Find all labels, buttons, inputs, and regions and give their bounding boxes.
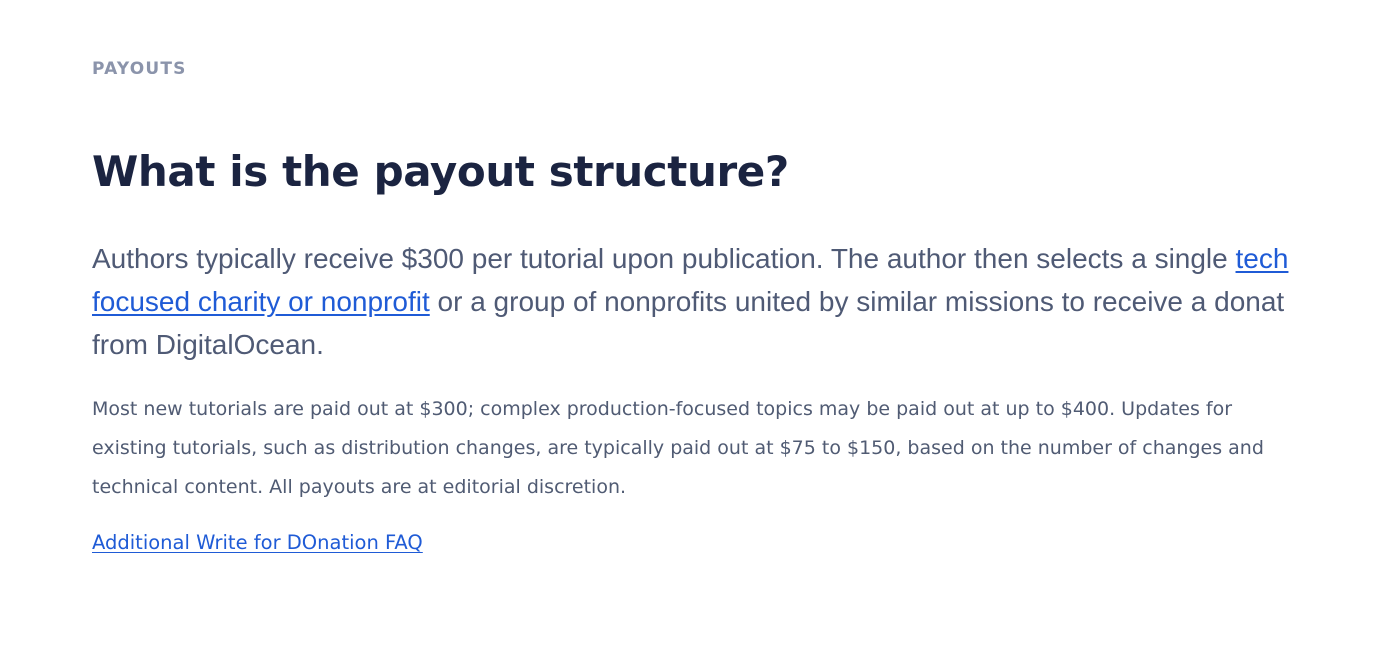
detail-line-2: existing tutorials, such as distribution… [92, 437, 1264, 459]
summary-text-1: Authors typically receive $300 per tutor… [92, 243, 1236, 274]
detail-line-1: Most new tutorials are paid out at $300;… [92, 398, 1233, 420]
summary-text-2: or a group of nonprofits united by simil… [429, 286, 1285, 317]
page-title: What is the payout structure? [92, 147, 789, 196]
section-eyebrow: PAYOUTS [92, 59, 187, 79]
detail-line-3: technical content. All payouts are at ed… [92, 476, 627, 498]
additional-faq-link[interactable]: Additional Write for DOnation FAQ [92, 531, 423, 554]
summary-line-2: focused charity or nonprofit or a group … [92, 280, 1400, 323]
charity-link-part-2[interactable]: focused charity or nonprofit [92, 286, 430, 317]
faq-link-container: Additional Write for DOnation FAQ [92, 531, 423, 554]
charity-link-part-1[interactable]: tech [1236, 243, 1289, 274]
summary-line-1: Authors typically receive $300 per tutor… [92, 237, 1400, 280]
payout-details-paragraph: Most new tutorials are paid out at $300;… [92, 390, 1400, 507]
summary-line-3: from DigitalOcean. [92, 329, 324, 360]
payout-summary-paragraph: Authors typically receive $300 per tutor… [92, 237, 1400, 366]
